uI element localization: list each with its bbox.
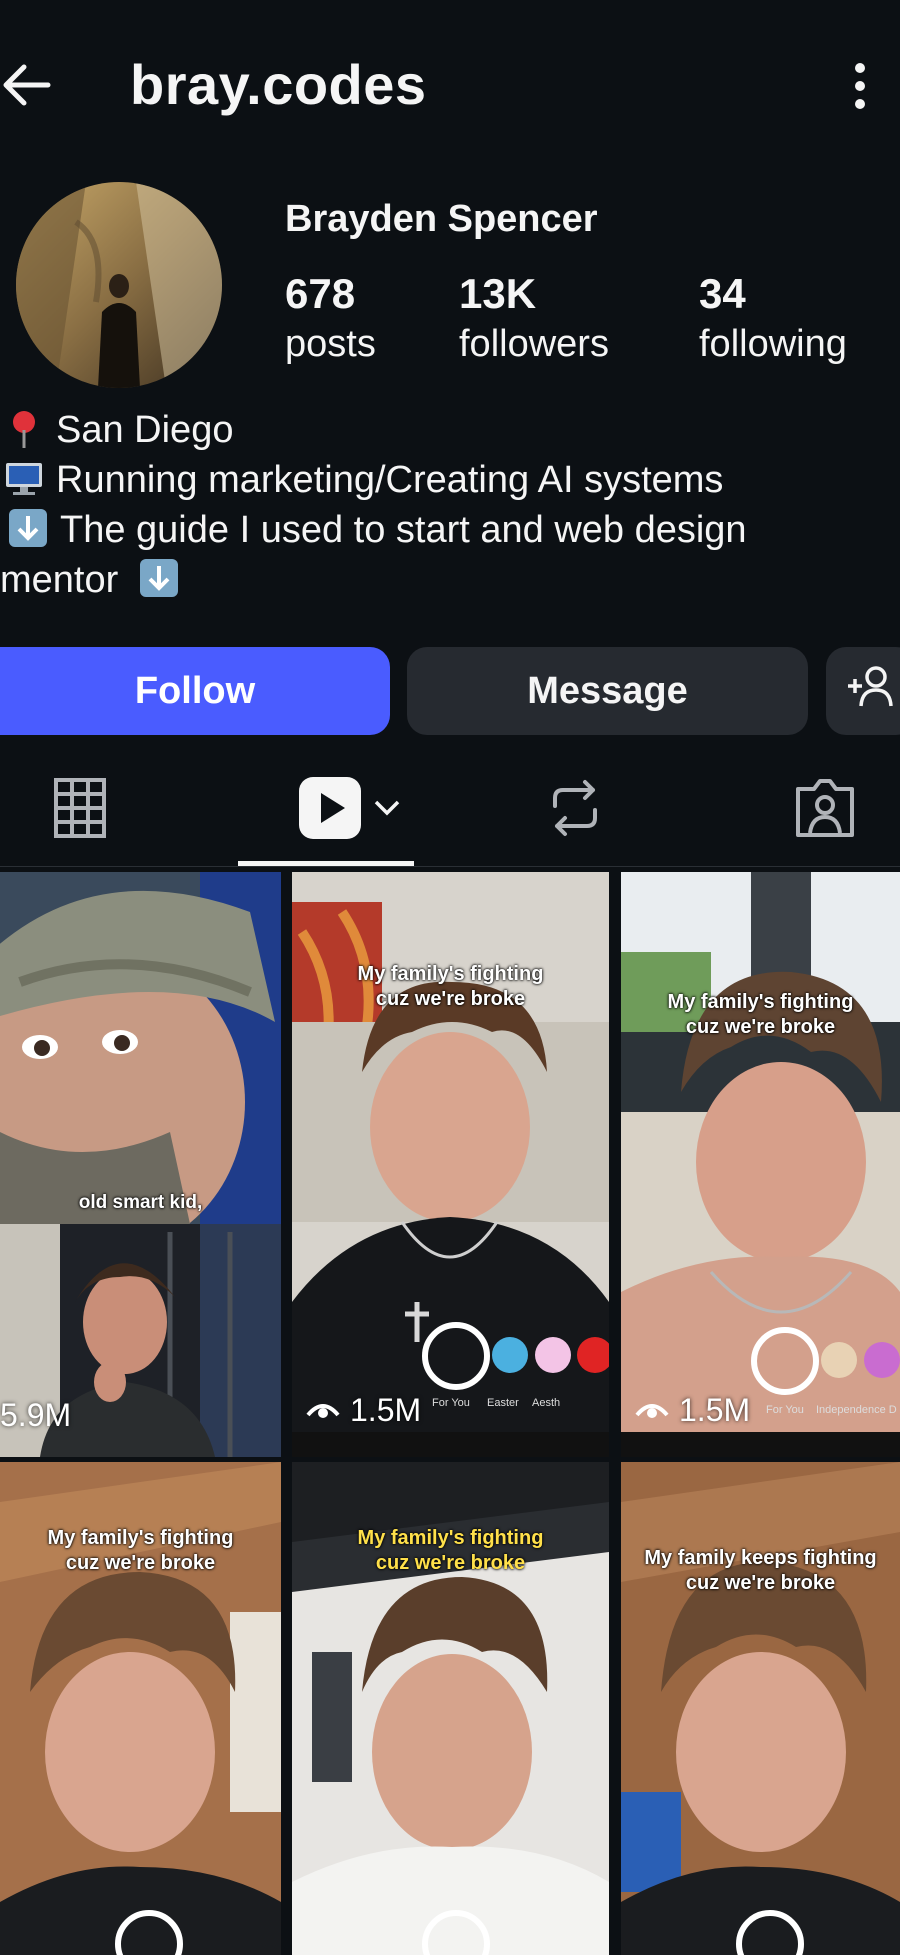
add-person-icon <box>846 664 896 718</box>
caption-line: My family's fighting <box>667 991 854 1013</box>
caption-line: My family's fighting <box>47 1527 234 1549</box>
top-bar: bray.codes <box>0 0 900 170</box>
followers-count: 13K <box>459 270 537 317</box>
message-button[interactable]: Message <box>407 647 808 735</box>
caption-line: cuz we're broke <box>65 1552 216 1574</box>
repost-icon <box>547 776 603 845</box>
posts-stat[interactable]: 678 posts <box>285 270 376 370</box>
profile-username: bray.codes <box>130 53 427 116</box>
view-count: 1.5M <box>635 1392 750 1429</box>
reel-caption: My family's fighting cuz we're broke <box>292 962 609 1012</box>
bio-line: San Diego <box>0 405 900 455</box>
reel-caption: My family keeps fighting cuz we're broke <box>621 1546 900 1596</box>
filter-icon <box>821 1342 857 1378</box>
follow-button[interactable]: Follow <box>0 647 390 735</box>
following-count: 34 <box>699 270 746 317</box>
view-count: 5.9M <box>0 1397 71 1434</box>
reel-caption: My family's fighting cuz we're broke <box>0 1526 281 1576</box>
mini-tab-label: Aesth <box>532 1397 561 1409</box>
avatar[interactable] <box>16 182 222 388</box>
computer-icon <box>4 458 44 498</box>
filter-icon <box>864 1342 900 1378</box>
grid-icon <box>54 777 106 843</box>
divider <box>0 866 900 867</box>
caption-line: cuz we're broke <box>685 1572 836 1594</box>
bio-description: Running marketing/Creating AI systems <box>56 459 724 501</box>
filter-icon <box>535 1337 571 1373</box>
following-label: following <box>699 323 847 365</box>
mini-tab-label: For You <box>766 1404 804 1416</box>
caption-line: My family's fighting <box>357 1527 544 1549</box>
profile-tabs <box>0 760 900 870</box>
add-person-button[interactable] <box>826 647 900 735</box>
capture-ring-icon <box>751 1327 819 1395</box>
view-count-value: 5.9M <box>0 1397 72 1433</box>
caption-line: cuz we're broke <box>685 1016 836 1038</box>
eye-icon <box>306 1392 340 1429</box>
bio-location: San Diego <box>56 409 234 451</box>
bio-guide-text: The guide I used to start and web design <box>60 509 747 551</box>
reel-thumbnail[interactable]: My family keeps fighting cuz we're broke <box>621 1462 900 1955</box>
reel-caption: old smart kid, <box>78 1192 203 1213</box>
tab-tagged[interactable] <box>775 760 875 860</box>
pin-icon <box>4 408 44 448</box>
mini-tab-label: For You <box>432 1397 470 1409</box>
eye-icon <box>635 1392 669 1429</box>
reel-thumbnail[interactable]: My family's fighting cuz we're broke <box>292 1462 609 1955</box>
caption-line: cuz we're broke <box>375 988 526 1010</box>
reel-thumbnail[interactable]: My family's fighting cuz we're broke For… <box>621 872 900 1457</box>
reel-thumbnail[interactable]: My family's fighting cuz we're broke <box>0 1462 281 1955</box>
posts-count: 678 <box>285 270 356 317</box>
caption-line: My family keeps fighting <box>644 1547 877 1569</box>
tab-reels[interactable] <box>280 760 420 860</box>
mini-tab-label: Easter <box>487 1397 519 1409</box>
bio-line: The guide I used to start and web design <box>0 505 900 555</box>
tab-reposts[interactable] <box>525 760 625 860</box>
view-count-value: 1.5M <box>679 1392 751 1428</box>
reel-caption: My family's fighting cuz we're broke <box>621 990 900 1040</box>
caption-line: My family's fighting <box>357 963 544 985</box>
bio-line: mentor <box>0 555 900 605</box>
followers-stat[interactable]: 13K followers <box>459 270 609 370</box>
back-arrow-icon[interactable] <box>0 55 60 115</box>
profile-full-name: Brayden Spencer <box>285 198 598 240</box>
following-stat[interactable]: 34 following <box>699 270 847 370</box>
reel-thumbnail[interactable]: old smart kid, 5.9M <box>0 872 281 1457</box>
caption-line: cuz we're broke <box>375 1552 526 1574</box>
view-count: 1.5M <box>306 1392 421 1429</box>
followers-label: followers <box>459 323 609 365</box>
tagged-person-icon <box>794 777 856 844</box>
filter-icon <box>577 1337 609 1373</box>
bio-line: Running marketing/Creating AI systems <box>0 455 900 505</box>
down-arrow-box-icon <box>139 558 179 598</box>
reel-caption: My family's fighting cuz we're broke <box>292 1526 609 1576</box>
play-icon <box>299 776 361 844</box>
profile-bio: San Diego Running marketing/Creating AI … <box>0 405 900 605</box>
capture-ring-icon <box>422 1322 490 1390</box>
posts-label: posts <box>285 323 376 365</box>
bio-guide-text-continued: mentor <box>0 559 119 601</box>
more-vertical-icon[interactable] <box>845 62 875 112</box>
reel-thumbnail[interactable]: My family's fighting cuz we're broke For… <box>292 872 609 1457</box>
chevron-down-icon <box>373 798 401 823</box>
down-arrow-box-icon <box>8 508 48 548</box>
view-count-value: 1.5M <box>350 1392 422 1428</box>
filter-icon <box>492 1337 528 1373</box>
mini-tab-label: Independence D <box>816 1404 897 1416</box>
tab-grid[interactable] <box>30 760 130 860</box>
